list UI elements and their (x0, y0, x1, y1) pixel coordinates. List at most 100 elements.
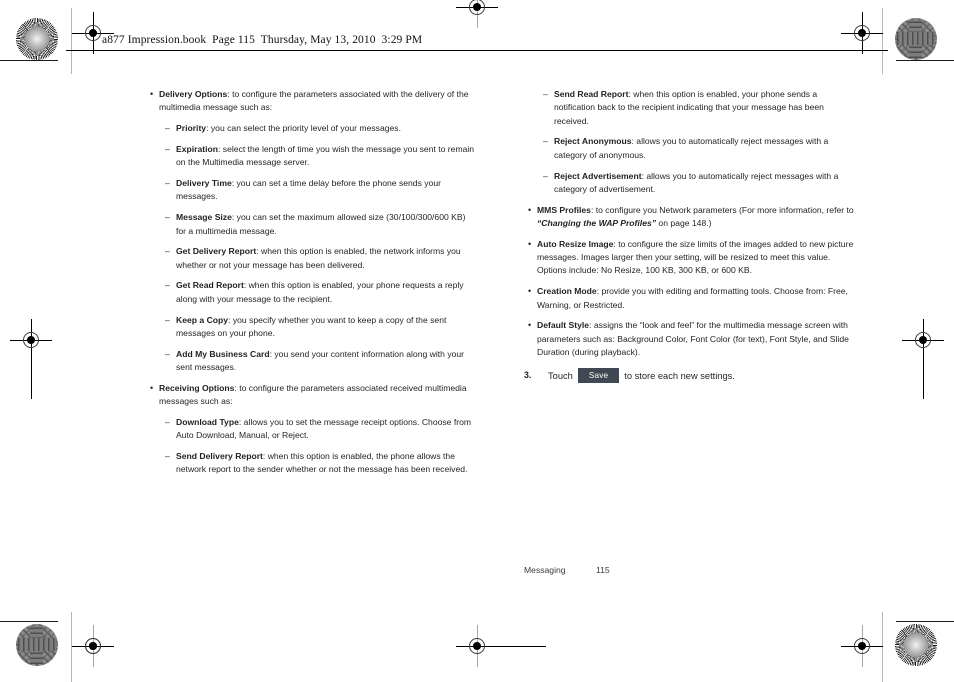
item-body: Reject Advertisement: allows you to auto… (554, 170, 854, 197)
dash-marker: – (165, 314, 170, 325)
registration-mark-top-center (456, 0, 498, 28)
registration-mark-right-middle (902, 319, 944, 399)
sub-dash-item: – Send Delivery Report: when this option … (146, 450, 476, 477)
registration-mark-bottom-center (456, 625, 546, 667)
trim-line-top-right-horizontal (896, 60, 954, 61)
dash-marker: – (543, 136, 548, 147)
registration-mark-bottom-left (72, 625, 114, 667)
dash-marker: – (165, 451, 170, 462)
bullet-marker: • (528, 320, 532, 331)
sub-dash-item: – Message Size: you can set the maximum a… (146, 211, 476, 238)
bullet-item: • Auto Resize Image: to configure the siz… (524, 238, 854, 278)
bullet-item: • Default Style: assigns the “look and fe… (524, 319, 854, 359)
item-body: MMS Profiles: to configure you Network p… (537, 204, 854, 231)
step-text-before: Touch (548, 370, 573, 381)
trim-line-bottom-left-horizontal (0, 621, 58, 622)
item-body: Get Read Report: when this option is ena… (176, 279, 476, 306)
item-term: Send Read Report (554, 89, 629, 99)
item-body: Message Size: you can set the maximum al… (176, 211, 476, 238)
sub-dash-item: – Priority: you can select the priority l… (146, 122, 476, 135)
item-description: : to configure you Network parameters (F… (590, 204, 854, 215)
registration-mark-left-middle (10, 319, 52, 399)
sub-dash-item: – Reject Advertisement: allows you to aut… (524, 170, 854, 197)
dash-marker: – (165, 212, 170, 223)
sub-dash-item: – Get Delivery Report: when this option i… (146, 245, 476, 272)
item-body: Download Type: allows you to set the mes… (176, 416, 476, 443)
bullet-item: • Creation Mode: provide you with editing… (524, 285, 854, 312)
registration-mark-inner-top-left (72, 625, 114, 667)
bullet-marker: • (528, 204, 532, 215)
item-body: Get Delivery Report: when this option is… (176, 245, 476, 272)
trim-line-bottom-left-vertical (71, 612, 72, 682)
sub-dash-item: – Get Read Report: when this option is en… (146, 279, 476, 306)
color-registration-hatch-bottom-left (16, 624, 58, 666)
sub-dash-item: – Delivery Time: you can set a time delay… (146, 177, 476, 204)
item-term: Creation Mode (537, 286, 597, 297)
item-body: Expiration: select the length of time yo… (176, 143, 476, 170)
item-term: Receiving Options (159, 382, 235, 393)
sub-dash-item: – Keep a Copy: you specify whether you wa… (146, 314, 476, 341)
running-header: a877 Impression.book Page 115 Thursday, … (66, 30, 888, 51)
item-term: Auto Resize Image (537, 238, 614, 249)
dash-marker: – (165, 143, 170, 154)
dash-marker: – (543, 89, 548, 99)
sub-dash-item: – Send Read Report: when this option is e… (524, 88, 854, 128)
trim-line-bottom-right-vertical (882, 612, 883, 682)
sub-dash-item: – Download Type: allows you to set the me… (146, 416, 476, 443)
item-description: : you can select the priority level of y… (206, 123, 401, 134)
item-body: Reject Anonymous: allows you to automati… (554, 135, 854, 162)
trim-line-bottom-right-horizontal (896, 621, 954, 622)
running-header-text: a877 Impression.book Page 115 Thursday, … (102, 34, 423, 46)
dash-marker: – (165, 246, 170, 257)
sub-dash-item: – Expiration: select the length of time y… (146, 143, 476, 170)
bullet-marker: • (528, 286, 532, 297)
item-term: Reject Anonymous (554, 136, 632, 147)
dash-marker: – (543, 170, 548, 181)
trim-line-top-left-horizontal (0, 60, 58, 61)
item-term: Default Style (537, 320, 590, 331)
item-term: Priority (176, 123, 207, 134)
dash-marker: – (165, 280, 170, 291)
item-term: Keep a Copy (176, 314, 229, 325)
item-description: : select the length of time you wish the… (176, 143, 475, 168)
step-text: Touch Save to store each new settings. (548, 368, 735, 384)
item-term: Message Size (176, 212, 232, 223)
item-body: Auto Resize Image: to configure the size… (537, 238, 854, 278)
item-term: Expiration (176, 143, 219, 154)
step-number: 3. (524, 370, 532, 380)
bullet-marker: • (150, 382, 154, 393)
item-term: Download Type (176, 416, 239, 427)
step-text-after: to store each new settings. (624, 370, 735, 381)
dash-marker: – (165, 348, 170, 359)
item-body: Creation Mode: provide you with editing … (537, 285, 854, 312)
item-term: Delivery Options (159, 89, 228, 99)
item-term: Add My Business Card (176, 348, 270, 359)
dash-marker: – (165, 123, 170, 134)
item-term: Reject Advertisement (554, 170, 642, 181)
left-column: • Delivery Options: to configure the para… (146, 88, 476, 484)
item-description-continued: on page 148.) (656, 218, 712, 228)
item-body: Send Delivery Report: when this option i… (176, 450, 476, 477)
item-body: Delivery Options: to configure the param… (159, 88, 476, 115)
bullet-marker: • (528, 238, 532, 249)
bullet-item: • MMS Profiles: to configure you Network … (524, 204, 854, 231)
color-registration-starburst-bottom-right (895, 624, 937, 666)
save-button[interactable]: Save (577, 368, 620, 384)
right-column: – Send Read Report: when this option is e… (524, 88, 854, 384)
item-term: Delivery Time (176, 178, 232, 189)
item-body: Keep a Copy: you specify whether you wan… (176, 314, 476, 341)
item-term: Get Delivery Report (176, 246, 257, 257)
item-body: Priority: you can select the priority le… (176, 122, 476, 135)
item-term: MMS Profiles (537, 204, 591, 215)
footer-page-number: 115 (596, 565, 610, 575)
cross-reference-title[interactable]: “Changing the WAP Profiles” (537, 218, 656, 228)
sub-dash-item: – Reject Anonymous: allows you to automat… (524, 135, 854, 162)
bullet-item: • Receiving Options: to configure the par… (146, 382, 476, 409)
numbered-step: 3. Touch Save to store each new settings. (524, 368, 854, 384)
registration-mark-bottom-right (841, 625, 883, 667)
item-body: Delivery Time: you can set a time delay … (176, 177, 476, 204)
item-body: Default Style: assigns the “look and fee… (537, 319, 854, 359)
bullet-item: • Delivery Options: to configure the para… (146, 88, 476, 115)
item-body: Add My Business Card: you send your cont… (176, 348, 476, 375)
sub-dash-item: – Add My Business Card: you send your con… (146, 348, 476, 375)
